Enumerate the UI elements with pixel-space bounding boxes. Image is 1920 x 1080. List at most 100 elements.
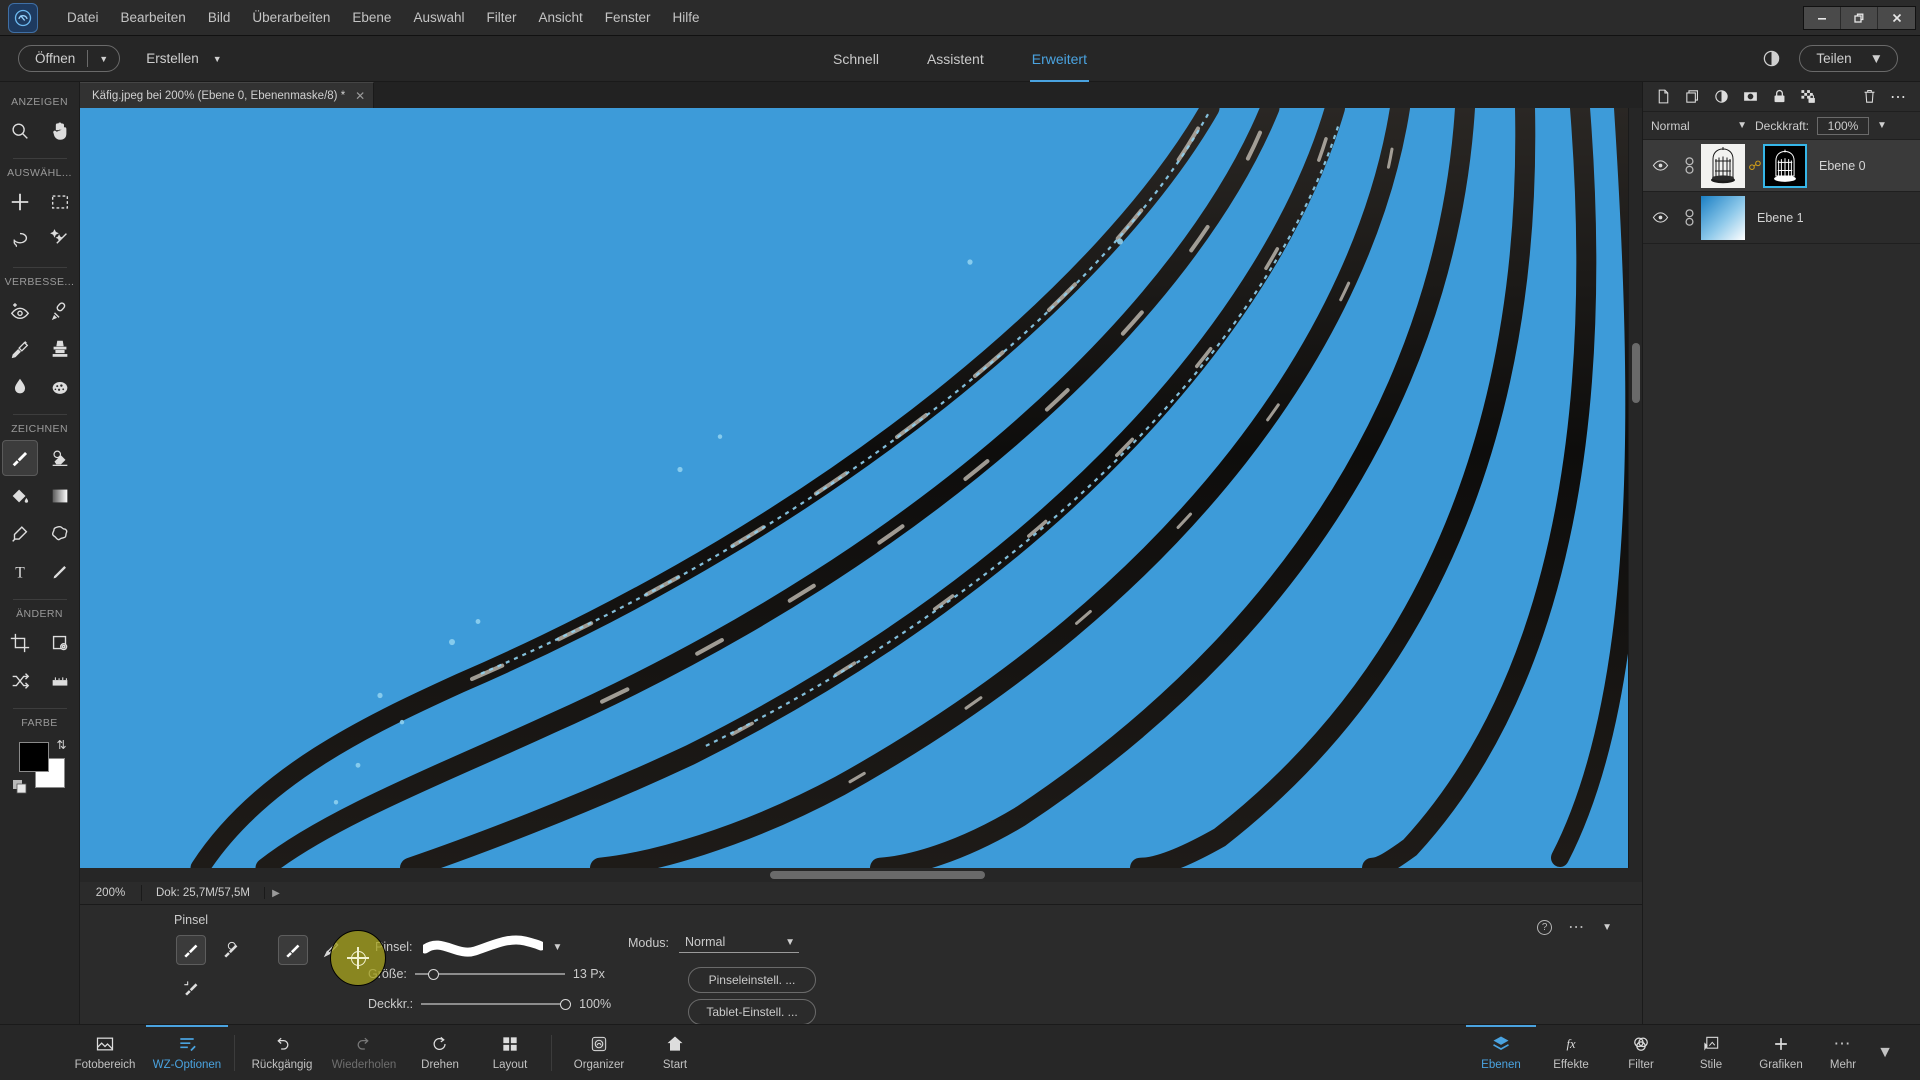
menu-ansicht[interactable]: Ansicht: [527, 6, 593, 29]
gradient-tool[interactable]: [42, 478, 78, 514]
restore-button[interactable]: [1841, 6, 1878, 29]
table-row[interactable]: Ebene 1: [1643, 192, 1920, 244]
custom-shape-tool[interactable]: [42, 516, 78, 552]
image-canvas[interactable]: [80, 108, 1628, 868]
taskbar-item-wz-optionen[interactable]: WZ-Optionen: [146, 1025, 228, 1080]
brush-tool[interactable]: [1, 440, 38, 476]
scrollbar-thumb[interactable]: [770, 871, 985, 879]
document-tab[interactable]: Käfig.jpeg bei 200% (Ebene 0, Ebenenmask…: [80, 82, 375, 108]
eraser-tool[interactable]: [42, 440, 78, 476]
blend-mode-select[interactable]: Normal ▼: [679, 933, 799, 953]
layer-visibility-toggle[interactable]: [1643, 209, 1677, 226]
chevron-down-icon[interactable]: ▼: [1877, 120, 1887, 131]
share-button[interactable]: Teilen ▼: [1799, 45, 1898, 72]
scrollbar-thumb[interactable]: [1632, 343, 1640, 403]
impressionist-brush-option[interactable]: [216, 935, 246, 965]
brush-preview[interactable]: [422, 933, 543, 961]
menu-bearbeiten[interactable]: Bearbeiten: [110, 6, 197, 29]
create-button[interactable]: Erstellen ▼: [146, 51, 221, 66]
brush-size-slider[interactable]: [414, 967, 565, 981]
taskbar-item-effekte[interactable]: fx Effekte: [1536, 1025, 1606, 1080]
contrast-icon[interactable]: [1762, 49, 1781, 68]
zoom-tool[interactable]: [2, 113, 38, 149]
straighten-tool[interactable]: [42, 663, 78, 699]
spot-healing-brush-tool[interactable]: [42, 293, 78, 329]
slider-knob[interactable]: [428, 968, 440, 980]
menu-datei[interactable]: Datei: [56, 6, 110, 29]
chevron-down-icon[interactable]: ▼: [1870, 1025, 1900, 1080]
taskbar-item-start[interactable]: Start: [640, 1025, 710, 1080]
smart-brush-tool[interactable]: [2, 331, 38, 367]
layer-name[interactable]: Ebene 1: [1747, 211, 1804, 225]
magic-wand-tool[interactable]: [42, 222, 78, 258]
chevron-down-icon[interactable]: ▼: [88, 54, 119, 64]
mask-link-icon[interactable]: ☍: [1747, 158, 1763, 174]
taskbar-item-stile[interactable]: Stile: [1676, 1025, 1746, 1080]
red-eye-removal-tool[interactable]: [2, 293, 38, 329]
table-row[interactable]: ☍ Ebene 0: [1643, 140, 1920, 192]
minimize-button[interactable]: [1804, 6, 1841, 29]
type-tool[interactable]: T: [2, 554, 38, 590]
taskbar-item-layout[interactable]: Layout: [475, 1025, 545, 1080]
chevron-down-icon[interactable]: ▼: [553, 942, 563, 953]
taskbar-item-organizer[interactable]: Organizer: [558, 1025, 640, 1080]
new-layer-icon[interactable]: [1655, 88, 1672, 105]
layer-name[interactable]: Ebene 0: [1809, 159, 1866, 173]
menu-ueberarbeiten[interactable]: Überarbeiten: [241, 6, 341, 29]
layer-mask-icon[interactable]: [1742, 88, 1759, 105]
open-button[interactable]: Öffnen ▼: [18, 45, 121, 72]
layer-mask-thumbnail[interactable]: [1763, 143, 1807, 188]
zoom-level[interactable]: 200%: [80, 885, 142, 901]
taskbar-item-mehr[interactable]: ⋯ Mehr: [1816, 1025, 1870, 1080]
pencil-tool[interactable]: [42, 554, 78, 590]
help-icon[interactable]: ?: [1537, 919, 1553, 935]
taskbar-item-filter[interactable]: Filter: [1606, 1025, 1676, 1080]
menu-auswahl[interactable]: Auswahl: [402, 6, 475, 29]
layer-link-toggle[interactable]: [1677, 209, 1701, 226]
lock-transparency-icon[interactable]: [1800, 88, 1817, 105]
color-picker-tool[interactable]: [2, 516, 38, 552]
menu-ebene[interactable]: Ebene: [341, 6, 402, 29]
recompose-tool[interactable]: [42, 625, 78, 661]
tab-schnell[interactable]: Schnell: [831, 36, 881, 82]
lasso-tool[interactable]: [2, 222, 38, 258]
clone-stamp-tool[interactable]: [42, 331, 78, 367]
rectangular-marquee-tool[interactable]: [42, 184, 78, 220]
menu-fenster[interactable]: Fenster: [594, 6, 662, 29]
paint-bucket-tool[interactable]: [2, 478, 38, 514]
close-button[interactable]: [1878, 6, 1915, 29]
lock-all-icon[interactable]: [1771, 88, 1788, 105]
canvas-vertical-scrollbar[interactable]: [1628, 108, 1642, 868]
tab-assistent[interactable]: Assistent: [925, 36, 986, 82]
close-icon[interactable]: ✕: [355, 89, 365, 103]
canvas-horizontal-scrollbar[interactable]: [80, 868, 1642, 882]
move-tool[interactable]: [2, 184, 38, 220]
taskbar-item-wiederholen[interactable]: Wiederholen: [323, 1025, 405, 1080]
delete-layer-icon[interactable]: [1861, 88, 1878, 105]
taskbar-item-grafiken[interactable]: Grafiken: [1746, 1025, 1816, 1080]
menu-bild[interactable]: Bild: [197, 6, 242, 29]
hand-tool[interactable]: [42, 113, 78, 149]
sponge-tool[interactable]: [42, 369, 78, 405]
chevron-right-icon[interactable]: ▶: [265, 888, 287, 899]
tab-erweitert[interactable]: Erweitert: [1030, 36, 1089, 82]
brush-opacity-slider[interactable]: [421, 997, 572, 1011]
slider-knob[interactable]: [560, 998, 572, 1010]
taskbar-item-drehen[interactable]: Drehen: [405, 1025, 475, 1080]
adjustment-layer-icon[interactable]: [1713, 88, 1730, 105]
brush-settings-button[interactable]: Pinseleinstell. ...: [688, 967, 816, 993]
ellipsis-icon[interactable]: ⋯: [1568, 917, 1586, 937]
foreground-color-swatch[interactable]: [18, 742, 49, 772]
menu-filter[interactable]: Filter: [475, 6, 527, 29]
duplicate-layer-icon[interactable]: [1684, 88, 1701, 105]
layer-thumbnail[interactable]: [1701, 143, 1745, 188]
default-colors-icon[interactable]: [12, 780, 27, 794]
brush-variant-option[interactable]: [278, 935, 308, 965]
content-aware-move-tool[interactable]: [2, 663, 38, 699]
chevron-down-icon[interactable]: ▼: [1737, 120, 1747, 131]
panel-menu-icon[interactable]: ⋯: [1890, 87, 1908, 107]
brush-tool-option[interactable]: [176, 935, 206, 965]
layer-link-toggle[interactable]: [1677, 157, 1701, 174]
tablet-settings-button[interactable]: Tablet-Einstell. ...: [688, 999, 816, 1025]
taskbar-item-fotobereich[interactable]: Fotobereich: [64, 1025, 146, 1080]
